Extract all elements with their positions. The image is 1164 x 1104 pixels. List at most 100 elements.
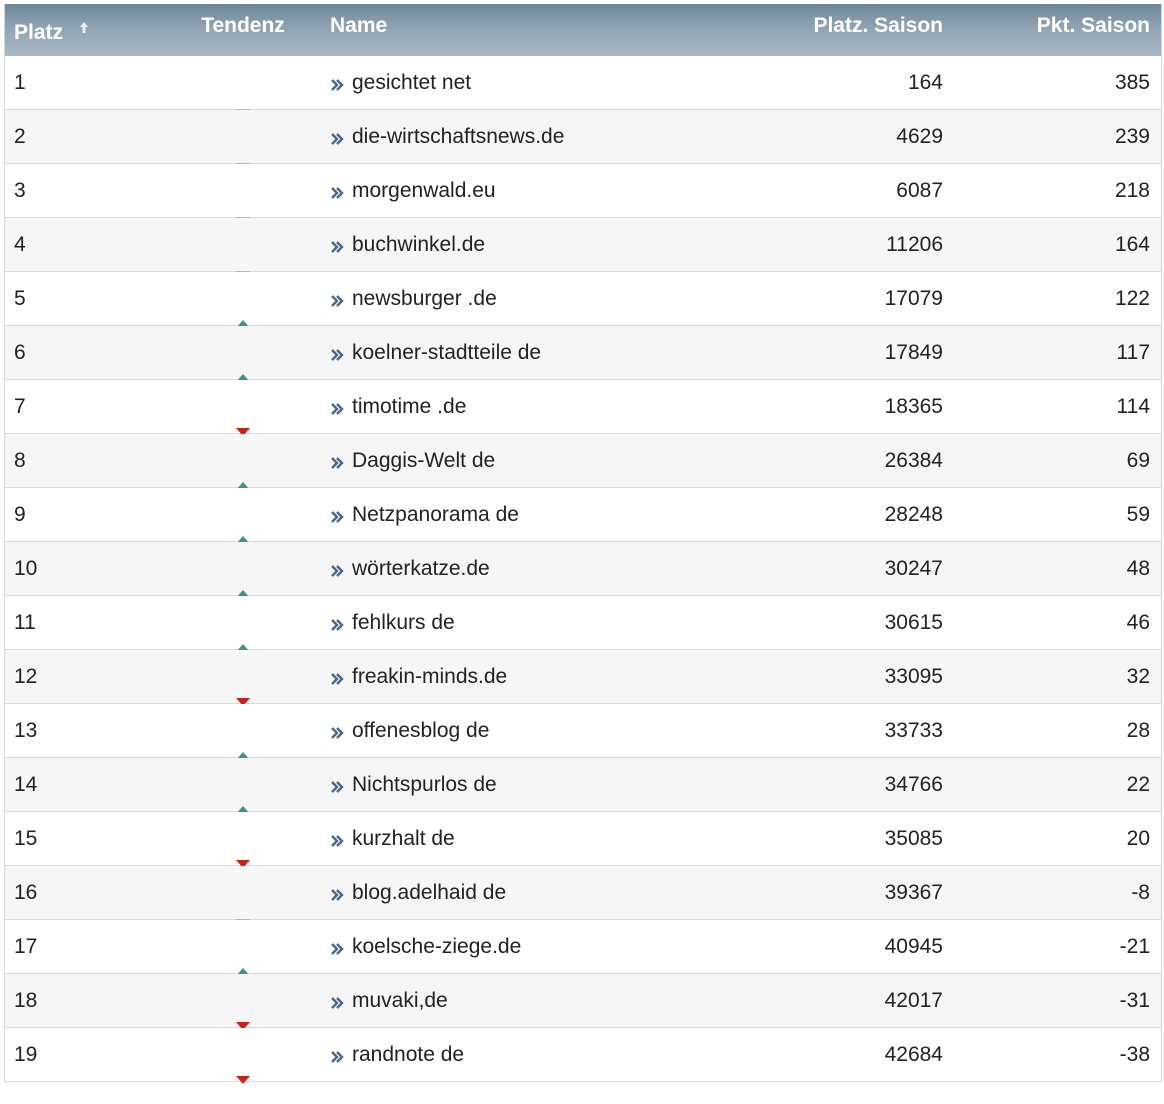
double-chevron-right-icon xyxy=(330,491,344,544)
cell-name[interactable]: freakin-minds.de xyxy=(330,650,507,703)
cell-tendenz xyxy=(199,56,287,111)
double-chevron-right-icon xyxy=(330,437,344,490)
cell-name[interactable]: koelsche-ziege.de xyxy=(330,920,521,973)
site-link[interactable]: Daggis-Welt de xyxy=(352,449,495,472)
cell-platz-saison: 11206 xyxy=(886,233,943,256)
cell-platz: 6 xyxy=(14,341,26,364)
double-chevron-right-icon xyxy=(330,761,344,814)
site-link[interactable]: muvaki,de xyxy=(352,989,448,1012)
cell-name[interactable]: newsburger .de xyxy=(330,272,497,325)
site-link[interactable]: buchwinkel.de xyxy=(352,233,485,256)
cell-name[interactable]: gesichtet net xyxy=(330,56,471,109)
cell-name[interactable]: die-wirtschaftsnews.de xyxy=(330,110,564,163)
cell-pkt-saison: 218 xyxy=(1114,179,1150,202)
cell-platz: 11 xyxy=(14,611,36,634)
site-link[interactable]: offenesblog de xyxy=(352,719,489,742)
site-link[interactable]: freakin-minds.de xyxy=(352,665,507,688)
cell-platz-saison: 42684 xyxy=(884,1043,943,1066)
cell-name[interactable]: timotime .de xyxy=(330,380,466,433)
cell-name[interactable]: blog.adelhaid de xyxy=(330,866,506,919)
cell-tendenz xyxy=(199,542,287,598)
site-link[interactable]: kurzhalt de xyxy=(352,827,455,850)
cell-platz-saison: 42017 xyxy=(884,989,943,1012)
double-chevron-right-icon xyxy=(330,653,344,706)
cell-platz: 16 xyxy=(14,881,38,904)
double-chevron-right-icon xyxy=(330,599,344,652)
cell-platz-saison: 35085 xyxy=(884,827,943,850)
cell-tendenz xyxy=(199,164,287,219)
site-link[interactable]: Netzpanorama de xyxy=(352,503,519,526)
cell-platz: 3 xyxy=(14,179,26,202)
cell-name[interactable]: randnote de xyxy=(330,1028,464,1081)
cell-pkt-saison: 32 xyxy=(1126,665,1150,688)
site-link[interactable]: gesichtet net xyxy=(352,71,471,94)
site-link[interactable]: wörterkatze.de xyxy=(352,557,490,580)
cell-platz-saison: 30247 xyxy=(884,557,943,580)
double-chevron-right-icon xyxy=(330,977,344,1030)
double-chevron-right-icon xyxy=(330,815,344,868)
cell-tendenz xyxy=(199,596,287,652)
table-row: 13 offenesblog de 33733 28 xyxy=(5,704,1161,760)
cell-name[interactable]: fehlkurs de xyxy=(330,596,455,649)
cell-pkt-saison: -38 xyxy=(1119,1043,1150,1066)
site-link[interactable]: blog.adelhaid de xyxy=(352,881,506,904)
header-platz-label: Platz xyxy=(14,21,64,44)
cell-name[interactable]: morgenwald.eu xyxy=(330,164,496,217)
double-chevron-right-icon xyxy=(330,167,344,220)
table-body: 1 gesichtet net 164 385 2 die-wirtschaft… xyxy=(5,56,1161,1084)
cell-pkt-saison: 164 xyxy=(1114,233,1150,256)
header-platz-saison[interactable]: Platz. Saison xyxy=(813,0,943,52)
cell-name[interactable]: wörterkatze.de xyxy=(330,542,490,595)
cell-name[interactable]: Nichtspurlos de xyxy=(330,758,497,811)
cell-pkt-saison: 22 xyxy=(1126,773,1150,796)
cell-platz-saison: 34766 xyxy=(884,773,943,796)
cell-name[interactable]: koelner-stadtteile de xyxy=(330,326,541,379)
header-name[interactable]: Name xyxy=(330,0,387,52)
double-chevron-right-icon xyxy=(330,1031,344,1084)
cell-pkt-saison: 117 xyxy=(1116,341,1150,364)
site-link[interactable]: newsburger .de xyxy=(352,287,497,310)
cell-pkt-saison: -21 xyxy=(1119,935,1150,958)
double-chevron-right-icon xyxy=(330,59,344,112)
table-row: 11 fehlkurs de 30615 46 xyxy=(5,596,1161,652)
table-row: 6 koelner-stadtteile de 17849 117 xyxy=(5,326,1161,382)
site-link[interactable]: Nichtspurlos de xyxy=(352,773,497,796)
header-platz[interactable]: Platz xyxy=(14,7,89,59)
table-row: 18 muvaki,de 42017 -31 xyxy=(5,974,1161,1030)
cell-name[interactable]: offenesblog de xyxy=(330,704,489,757)
site-link[interactable]: timotime .de xyxy=(352,395,466,418)
site-link[interactable]: fehlkurs de xyxy=(352,611,455,634)
double-chevron-right-icon xyxy=(330,869,344,922)
cell-platz: 10 xyxy=(14,557,38,580)
header-pkt-saison[interactable]: Pkt. Saison xyxy=(1037,0,1150,52)
cell-pkt-saison: 114 xyxy=(1116,395,1150,418)
site-link[interactable]: morgenwald.eu xyxy=(352,179,496,202)
cell-tendenz xyxy=(199,110,287,165)
ranking-table: Platz Tendenz Name Platz. Saison Pkt. Sa… xyxy=(4,4,1162,1084)
cell-name[interactable]: kurzhalt de xyxy=(330,812,455,865)
double-chevron-right-icon xyxy=(330,221,344,274)
cell-pkt-saison: 28 xyxy=(1126,719,1150,742)
cell-platz: 12 xyxy=(14,665,38,688)
site-link[interactable]: koelsche-ziege.de xyxy=(352,935,521,958)
cell-platz-saison: 4629 xyxy=(896,125,943,148)
cell-tendenz xyxy=(199,758,287,814)
cell-platz: 14 xyxy=(14,773,38,796)
cell-platz: 7 xyxy=(14,395,26,418)
header-tendenz[interactable]: Tendenz xyxy=(199,0,287,52)
cell-platz: 19 xyxy=(14,1043,38,1066)
cell-platz-saison: 30615 xyxy=(884,611,943,634)
site-link[interactable]: die-wirtschaftsnews.de xyxy=(352,125,564,148)
site-link[interactable]: koelner-stadtteile de xyxy=(352,341,541,364)
cell-name[interactable]: muvaki,de xyxy=(330,974,448,1027)
cell-name[interactable]: buchwinkel.de xyxy=(330,218,485,271)
cell-pkt-saison: 239 xyxy=(1114,125,1150,148)
site-link[interactable]: randnote de xyxy=(352,1043,464,1066)
cell-platz-saison: 6087 xyxy=(896,179,943,202)
cell-name[interactable]: Daggis-Welt de xyxy=(330,434,495,487)
sort-up-arrow-icon[interactable] xyxy=(79,3,89,55)
cell-name[interactable]: Netzpanorama de xyxy=(330,488,519,541)
cell-pkt-saison: 46 xyxy=(1126,611,1150,634)
cell-platz: 4 xyxy=(14,233,26,256)
double-chevron-right-icon xyxy=(330,545,344,598)
